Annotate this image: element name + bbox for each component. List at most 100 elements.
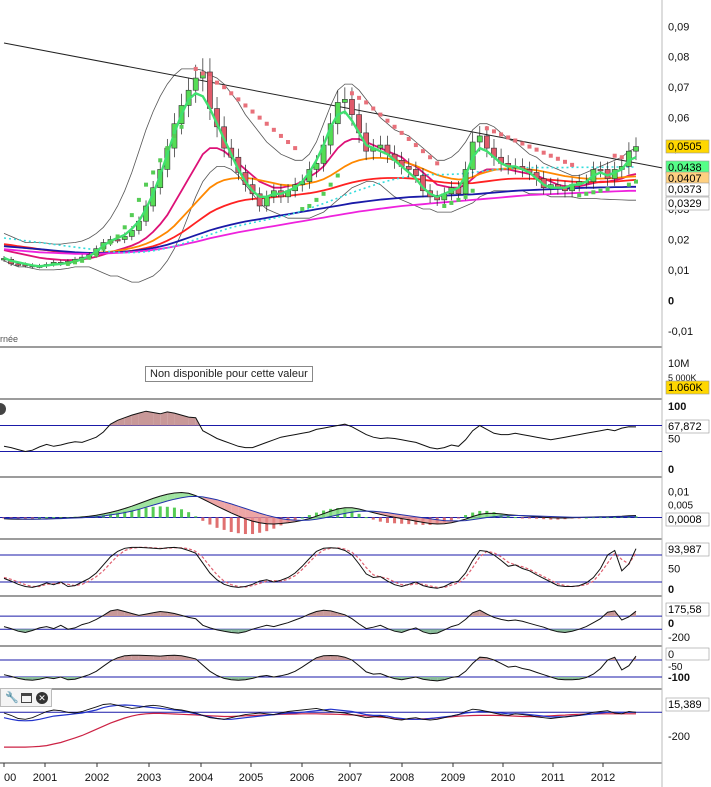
sar-dot-red [555,156,560,161]
x-tick-label: 2011 [541,772,565,784]
macd-histogram-bar [222,517,226,530]
sar-dot-red [293,146,298,151]
sar-dot-green [300,207,305,212]
macd-histogram-bar [520,517,524,519]
sar-dot-red [541,150,546,155]
sar-dot-red [534,147,539,152]
price-value-label-text: 0,0329 [668,198,702,210]
cci-y-tick-label: -200 [668,632,690,644]
sar-dot-green [65,261,70,266]
cci-value-label: 175,58 [665,602,710,617]
macd-histogram-bar [201,517,205,521]
macd-histogram-bar [215,517,219,528]
macd-histogram-bar [535,517,539,519]
sar-dot-green [335,173,340,178]
rsi-y-tick-label: 50 [668,434,680,446]
sar-dot-red [428,155,433,160]
sar-dot-green [470,188,475,193]
sar-dot-green [598,188,603,193]
sar-dot-green [136,197,141,202]
williams-y-tick-label: 0 [668,649,674,661]
rsi-overbought-fill-segment [153,412,161,426]
sar-dot-green [463,194,468,199]
sar-dot-red [619,155,624,160]
macd-histogram-bar [172,507,176,518]
williams-y-tick-label: -100 [668,672,690,684]
price-y-tick-label: -0,01 [668,326,693,338]
macd-histogram-bar [30,517,34,519]
sar-dot-green [101,246,106,251]
stochastic-y-tick-label: 50 [668,564,680,576]
macd-histogram-bar [378,517,382,522]
sar-dot-red [392,124,397,129]
sar-dot-green [577,193,582,198]
x-tick-label: 2002 [85,772,109,784]
rsi-line [3,410,637,453]
sar-dot-red [484,126,489,131]
macd-histogram-bar [236,517,240,534]
macd-histogram-bar [393,517,397,524]
macd-histogram-bar [158,506,162,518]
sar-dot-green [80,258,85,263]
price-series-line [3,138,637,262]
window-icon[interactable] [21,692,32,703]
x-tick-label: 2008 [390,772,414,784]
price-series-line [3,157,637,255]
sar-dot-red [378,112,383,117]
settings-icon [0,403,6,415]
price-y-tick-label: 0 [668,295,674,307]
macd-histogram-bar [364,517,368,519]
macd-histogram-bar [307,515,311,518]
macd-histogram-bar [357,513,361,518]
macd-histogram-bar [464,515,468,518]
wrench-icon[interactable]: 🔧 [5,692,19,704]
sar-dot-green [442,203,447,208]
sar-dot-green [115,234,120,239]
macd-histogram-bar [180,509,184,518]
macd-histogram-bar [45,517,49,519]
sar-dot-red [207,76,212,81]
cci-oversold-fill [12,629,580,634]
smoothed-red-line [4,712,636,748]
sar-dot-green [151,170,156,175]
williams-overbought-fill-segment [167,655,175,660]
rsi-overbought-fill-segment [188,417,196,426]
price-value-label: 0,0505 [665,139,710,154]
rsi-value-label-text: 67,872 [668,421,702,433]
sar-dot-green [321,191,326,196]
sar-dot-red [570,162,575,167]
sar-dot-red [406,136,411,141]
price-value-label: 0,0373 [665,182,710,197]
x-tick-label: 00 [4,772,16,784]
macd-histogram-bar [23,517,27,519]
smoothed-value-label: 15,389 [665,697,710,712]
x-tick-label: 2001 [33,772,57,784]
macd-histogram-bar [513,517,517,519]
x-tick-label: 2005 [239,772,263,784]
stochastic-y-tick-label: 0 [668,584,674,596]
indicator-title-bar: 🔧 ✕ [0,688,52,707]
price-y-tick-label: 0,02 [668,234,689,246]
candle-bar [15,263,22,266]
sar-dot-red [506,135,511,140]
sar-dot-red [215,80,220,85]
sar-dot-green [129,213,134,218]
macd-histogram-bar [449,517,453,521]
close-icon[interactable]: ✕ [36,691,48,704]
sar-dot-green [144,182,149,187]
sar-dot-red [222,85,227,90]
macd-histogram-bar [38,517,42,519]
macd-histogram-bar [456,517,460,519]
sar-dot-green [314,197,319,202]
candle-bar [484,135,490,149]
x-tick-label: 2006 [290,772,314,784]
sar-dot-red [250,109,255,114]
sar-dot-red [271,127,276,132]
macd-histogram-bar [52,517,56,519]
sar-dot-red [527,144,532,149]
sar-dot-green [456,197,461,202]
macd-histogram-bar [371,517,375,520]
candle-bar [597,169,604,172]
cci-value-label-text: 175,58 [668,604,702,616]
sar-dot-green [179,124,184,129]
